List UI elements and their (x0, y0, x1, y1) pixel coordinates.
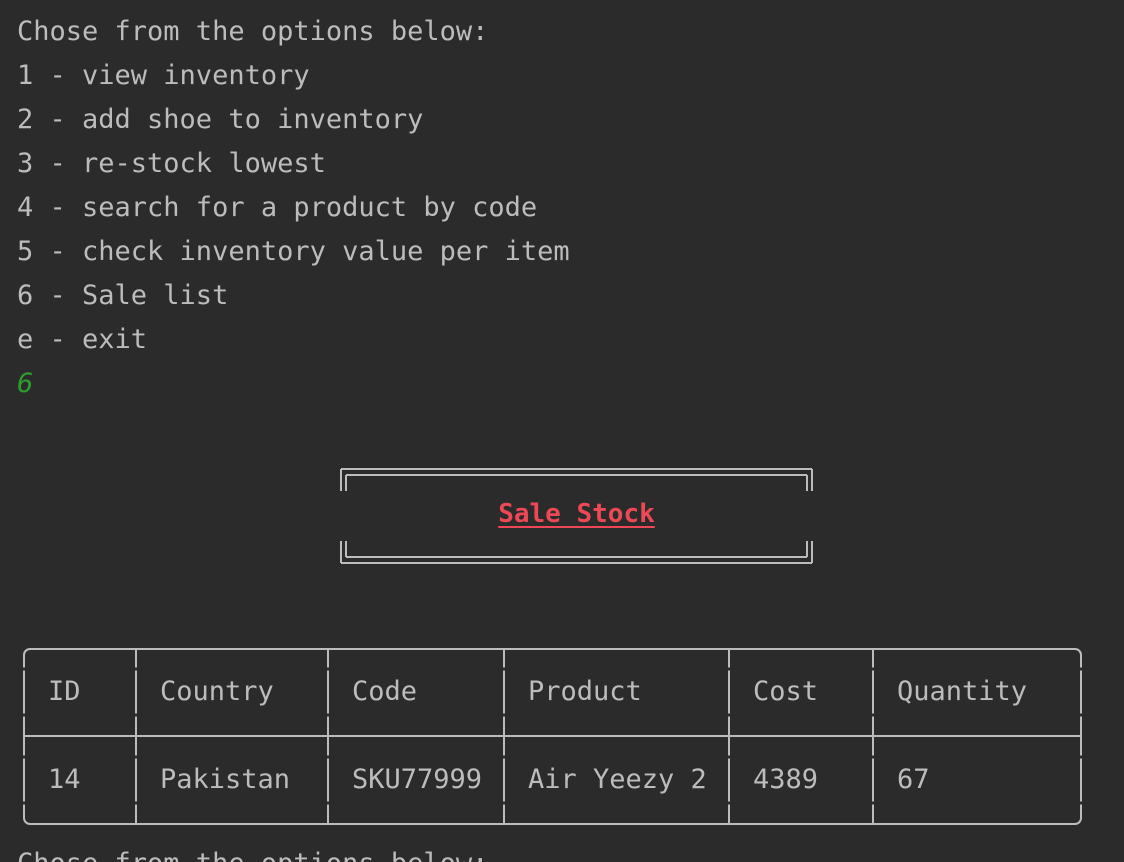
header-code: Code (352, 676, 418, 707)
next-menu-prompt: Chose from the options below: (17, 848, 488, 862)
menu-option-exit: e - exit (17, 324, 148, 355)
cell-quantity: 67 (897, 764, 930, 795)
header-quantity: Quantity (897, 676, 1028, 707)
menu-option-search-product: 4 - search for a product by code (17, 192, 538, 223)
header-product: Product (528, 676, 642, 707)
cell-product: Air Yeezy 2 (528, 764, 707, 795)
banner-title: Sale Stock (498, 499, 655, 529)
user-input-echo: 6 (17, 368, 34, 399)
menu-option-add-shoe: 2 - add shoe to inventory (17, 104, 424, 135)
menu-option-view-inventory: 1 - view inventory (17, 60, 310, 91)
header-cost: Cost (753, 676, 819, 707)
header-country: Country (160, 676, 274, 707)
sale-list-table: ID Country Code Product Cost Quantity 14… (22, 647, 1083, 827)
header-id: ID (48, 676, 81, 707)
cell-cost: 4389 (753, 764, 819, 795)
menu-option-sale-list: 6 - Sale list (17, 280, 229, 311)
cell-id: 14 (48, 764, 81, 795)
menu-option-inventory-value: 5 - check inventory value per item (17, 236, 570, 267)
sale-stock-banner: Sale Stock (340, 468, 813, 564)
menu-option-restock-lowest: 3 - re-stock lowest (17, 148, 326, 179)
cell-code: SKU77999 (352, 764, 483, 795)
cell-country: Pakistan (160, 764, 291, 795)
menu-prompt: Chose from the options below: (17, 16, 489, 47)
table-grid (22, 648, 1083, 825)
